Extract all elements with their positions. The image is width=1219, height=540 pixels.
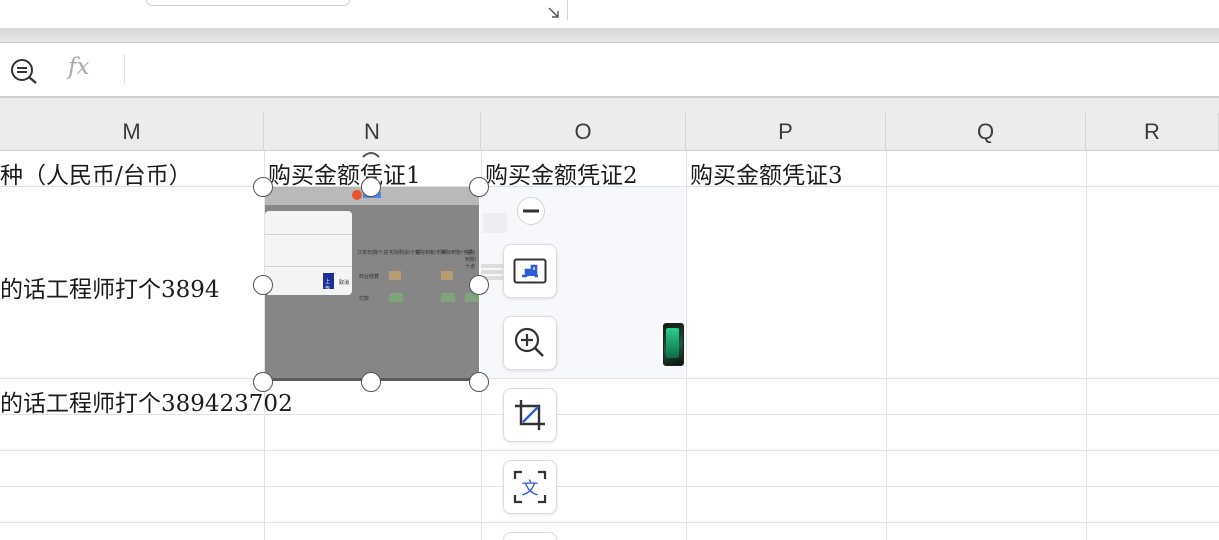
ocr-text-button[interactable]: 文 [503, 460, 557, 514]
formula-bar: fx [0, 43, 1219, 98]
resize-handle-bottom-left[interactable] [253, 372, 273, 392]
column-header-o[interactable]: O [481, 113, 686, 151]
fx-icon[interactable]: fx [68, 54, 89, 80]
resize-handle-bottom[interactable] [361, 372, 381, 392]
image-edit-button[interactable] [503, 244, 557, 298]
ribbon-dropdown[interactable] [146, 0, 350, 6]
resize-handle-right[interactable] [469, 275, 489, 295]
cell-m1[interactable]: 种（人民币/台币） [0, 156, 192, 190]
picture-upload-button: 上传 [323, 273, 334, 292]
formula-input[interactable] [134, 51, 1204, 87]
resize-handle-left[interactable] [253, 275, 273, 295]
zoom-in-icon [514, 327, 544, 357]
resize-handle-top[interactable] [361, 177, 381, 197]
ribbon [0, 0, 1219, 28]
zoom-in-button[interactable] [503, 316, 557, 370]
picture-col-a: 订单日期/十进 [357, 250, 389, 256]
column-header-q[interactable]: Q [886, 113, 1086, 151]
crop-icon [515, 400, 545, 430]
formula-separator [124, 54, 125, 84]
resize-handle-top-left[interactable] [253, 177, 273, 197]
row-line [0, 378, 1219, 379]
cell-p1[interactable]: 购买金额凭证3 [690, 156, 843, 190]
embedded-picture[interactable]: 上传 取消 订单日期/十进 实际购买/十进 实际到账/币种 实际到账/十进 实际… [265, 187, 479, 381]
minus-icon [523, 209, 539, 213]
rotate-handle-icon[interactable] [361, 150, 381, 158]
cell-n1[interactable]: 购买金额凭证1 [268, 156, 421, 190]
column-line [1086, 151, 1087, 540]
column-line [686, 151, 687, 540]
phone-image [663, 323, 684, 366]
svg-text:文: 文 [522, 479, 539, 499]
picture-row-1: 商业结算 [359, 274, 380, 280]
row-line [0, 522, 1219, 523]
dialog-launcher-icon[interactable] [547, 6, 561, 20]
column-header-r[interactable]: R [1086, 113, 1219, 151]
column-header-m[interactable]: M [0, 113, 264, 151]
picture-cancel-text: 取消 [339, 280, 350, 286]
cell-m2[interactable]: 的话工程师打个3894 [0, 270, 220, 304]
row-line [0, 486, 1219, 487]
column-header-p[interactable]: P [686, 113, 886, 151]
column-line [886, 151, 887, 540]
more-tools-button[interactable] [503, 532, 557, 540]
picture-col-e: 实际到账/十进 [465, 250, 477, 270]
collapse-toolbar-button[interactable] [517, 197, 545, 225]
ribbon-divider [0, 28, 1219, 43]
header-strip [0, 98, 1219, 113]
crop-button[interactable] [503, 388, 557, 442]
resize-handle-bottom-right[interactable] [469, 372, 489, 392]
row-line [0, 450, 1219, 451]
zoom-out-icon[interactable] [9, 57, 39, 85]
ribbon-separator [567, 0, 568, 20]
cell-o1[interactable]: 购买金额凭证2 [485, 156, 638, 190]
ocr-text-icon: 文 [513, 470, 547, 504]
cell-m3[interactable]: 的话工程师打个389423702 [0, 384, 293, 418]
spreadsheet-window: fx M N O P Q R 种（人民币/台币） 购买金额凭证1 购买金额凭证2… [0, 0, 1219, 540]
image-edit-icon [513, 258, 547, 284]
column-header-n[interactable]: N [264, 113, 481, 151]
image-thumbnail [483, 213, 507, 233]
picture-row-2: 付款 [359, 296, 370, 302]
resize-handle-top-right[interactable] [469, 177, 489, 197]
